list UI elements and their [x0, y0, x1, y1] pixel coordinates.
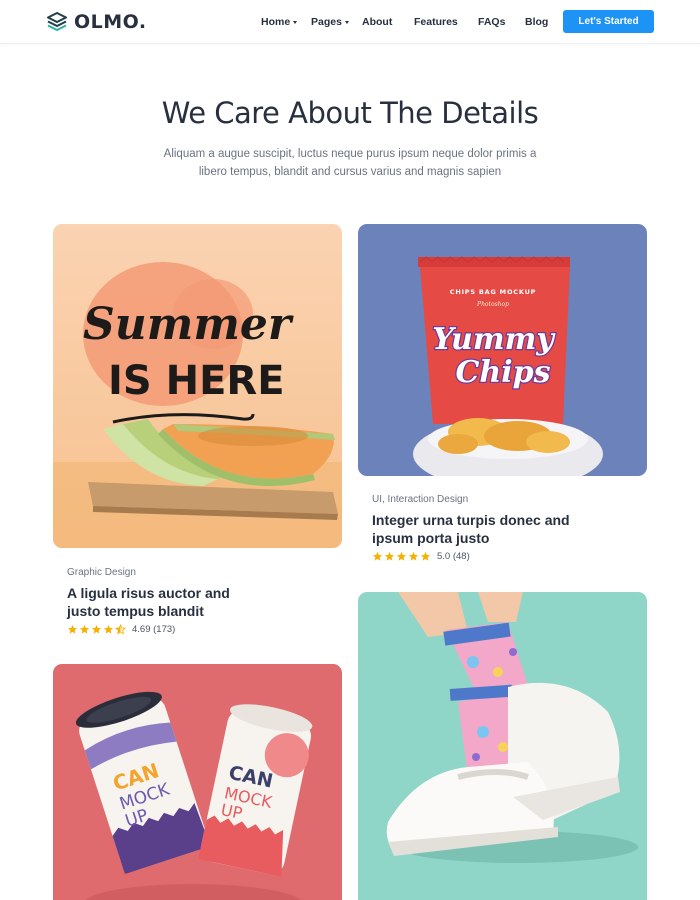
- brand-logo[interactable]: OLMO.: [46, 11, 147, 33]
- card-title[interactable]: Integer urna turpis donec and ipsum port…: [372, 511, 572, 547]
- star-icon: [79, 624, 90, 634]
- chevron-down-icon: [293, 21, 298, 24]
- get-started-button[interactable]: Let's Started: [563, 10, 654, 33]
- bag-subheader-text: Photoshop: [476, 301, 509, 308]
- star-icon: [408, 551, 419, 561]
- chevron-down-icon: [344, 21, 349, 24]
- card-category: UI, Interaction Design: [372, 494, 469, 505]
- rating-value: 4.69 (173): [132, 624, 176, 635]
- nav-label-pages: Pages: [311, 16, 342, 28]
- star-icon: [91, 624, 102, 634]
- project-image-socks[interactable]: [358, 592, 647, 900]
- nav-item-home[interactable]: Home: [261, 16, 298, 28]
- project-image-cans[interactable]: CAN MOCK UP CAN MOCK UP: [53, 664, 342, 900]
- section-title: We Care About The Details: [161, 96, 539, 130]
- nav-item-pages[interactable]: Pages: [311, 16, 349, 28]
- nav-item-about[interactable]: About: [362, 16, 392, 28]
- project-image-summer[interactable]: Summer IS HERE: [53, 224, 342, 548]
- summer-text: Summer: [83, 299, 294, 350]
- nav-label-about: About: [362, 16, 393, 28]
- nav-item-features[interactable]: Features: [414, 16, 458, 28]
- nav-label-features: Features: [414, 16, 458, 28]
- section-subtitle: Aliquam a augue suscipit, luctus neque p…: [163, 148, 537, 178]
- star-icon: [372, 551, 383, 561]
- is-here-text: IS HERE: [108, 358, 285, 404]
- nav-item-blog[interactable]: Blog: [525, 16, 548, 28]
- nav-label-home: Home: [261, 16, 291, 28]
- bag-yummy-text: Yummy: [432, 322, 556, 357]
- nav-label-blog: Blog: [525, 16, 549, 28]
- nav-item-faqs[interactable]: FAQs: [478, 16, 505, 28]
- star-icon: [67, 624, 78, 634]
- star-half-icon: [115, 624, 126, 635]
- brand-name: OLMO.: [74, 11, 147, 33]
- star-icon: [103, 624, 114, 634]
- card-title[interactable]: A ligula risus auctor and justo tempus b…: [67, 584, 267, 620]
- star-icon: [384, 551, 395, 561]
- star-icon: [396, 551, 407, 561]
- card-rating: 5.0 (48): [372, 551, 470, 562]
- project-image-chips[interactable]: CHIPS BAG MOCKUP Photoshop Yummy Chips: [358, 224, 647, 476]
- card-category: Graphic Design: [67, 567, 136, 578]
- nav-label-faqs: FAQs: [478, 16, 506, 28]
- card-rating: 4.69 (173): [67, 624, 175, 635]
- bag-header-text: CHIPS BAG MOCKUP: [450, 288, 536, 296]
- bag-chips-text: Chips: [456, 355, 551, 390]
- top-navbar: OLMO. Home Pages About Features FAQs Blo…: [0, 0, 700, 44]
- rating-value: 5.0 (48): [437, 551, 470, 562]
- star-icon: [420, 551, 431, 561]
- layers-logo-icon: [47, 12, 67, 31]
